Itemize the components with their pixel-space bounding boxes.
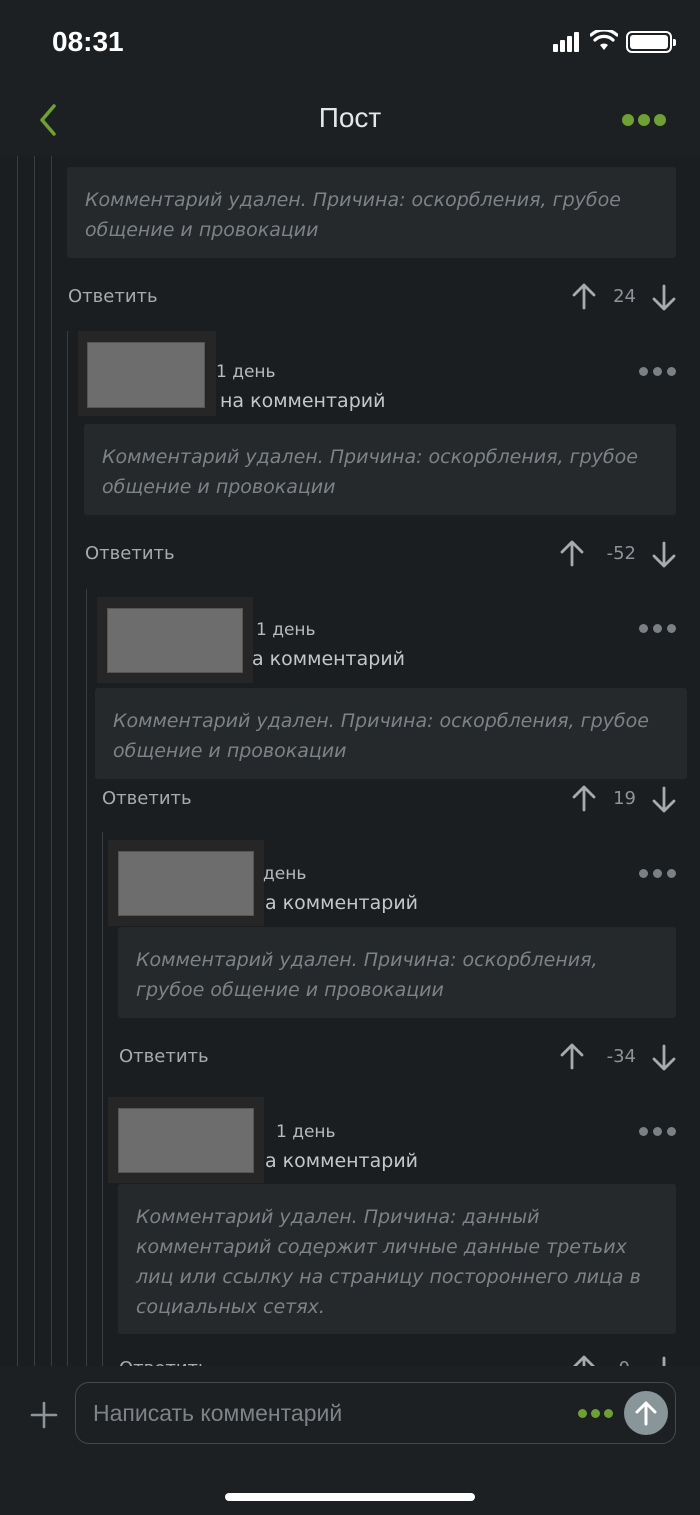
status-time: 08:31 [52,26,124,57]
comment-score: -34 [606,1046,636,1067]
reply-button[interactable]: Ответить [119,1358,209,1366]
more-icon[interactable] [639,869,677,879]
more-icon[interactable] [639,1127,677,1137]
comment-score: 24 [613,286,636,307]
comment-score: 19 [613,788,636,809]
home-indicator [225,1493,475,1501]
arrow-up-icon[interactable] [559,539,585,567]
signal-icon [553,32,581,52]
more-icon[interactable] [639,367,677,377]
arrow-down-icon[interactable] [651,1356,677,1366]
reply-button[interactable]: Ответить [68,286,158,307]
reply-to-label: а комментарий [265,892,419,914]
thread-line [34,156,35,1366]
arrow-up-icon[interactable] [559,1042,585,1070]
thread-line [86,589,87,1366]
comment-time: 1 день [276,1122,336,1142]
plus-icon[interactable] [30,1401,58,1429]
avatar-image [118,1108,254,1173]
thread-line [102,832,103,1366]
avatar-image [118,851,254,916]
comment-score: -52 [606,543,636,564]
avatar[interactable] [97,597,253,683]
arrow-down-icon[interactable] [651,786,677,814]
comment-time: 1 день [216,362,276,382]
arrow-down-icon[interactable] [651,541,677,569]
more-icon[interactable] [622,114,666,126]
comment-input[interactable]: Написать комментарий [75,1382,676,1444]
reply-to-label: а комментарий [265,1150,419,1172]
comment-time: день [263,864,307,884]
deleted-comment-text: Комментарий удален. Причина: оскорбления… [84,424,676,515]
deleted-comment-text: Комментарий удален. Причина: данный комм… [118,1184,676,1334]
arrow-down-icon[interactable] [651,1044,677,1072]
comment-time: 1 день [256,620,316,640]
reply-button[interactable]: Ответить [102,788,192,809]
status-bar: 08:31 [0,0,700,84]
deleted-comment-text: Комментарий удален. Причина: оскорбления… [67,167,676,258]
comment-input-placeholder: Написать комментарий [93,1400,343,1426]
reply-to-label: на комментарий [220,390,386,412]
thread-line [17,156,18,1366]
reply-button[interactable]: Ответить [85,543,175,564]
page-title: Пост [318,102,382,133]
deleted-comment-text: Комментарий удален. Причина: оскорбления… [95,688,687,779]
wifi-icon [590,30,618,50]
comment-composer-bar: Написать комментарий [0,1366,700,1515]
avatar[interactable] [108,840,264,926]
comments-thread[interactable]: Комментарий удален. Причина: оскорбления… [0,156,700,1366]
thread-line [51,156,52,1366]
nav-bar: Пост [0,84,700,156]
avatar[interactable] [108,1097,264,1183]
reply-to-label: а комментарий [252,648,406,670]
deleted-comment-text: Комментарий удален. Причина: оскорбления… [118,927,676,1018]
avatar-image [107,608,243,673]
more-icon[interactable] [639,624,677,634]
send-button[interactable] [624,1391,668,1435]
reply-button[interactable]: Ответить [119,1046,209,1067]
arrow-down-icon[interactable] [651,284,677,312]
more-icon[interactable] [578,1409,614,1419]
send-icon [635,1401,657,1426]
battery-icon [626,31,676,53]
avatar-image [87,342,205,408]
comment-score: 0 [580,1358,630,1366]
avatar[interactable] [78,331,216,416]
thread-line [67,331,68,1366]
